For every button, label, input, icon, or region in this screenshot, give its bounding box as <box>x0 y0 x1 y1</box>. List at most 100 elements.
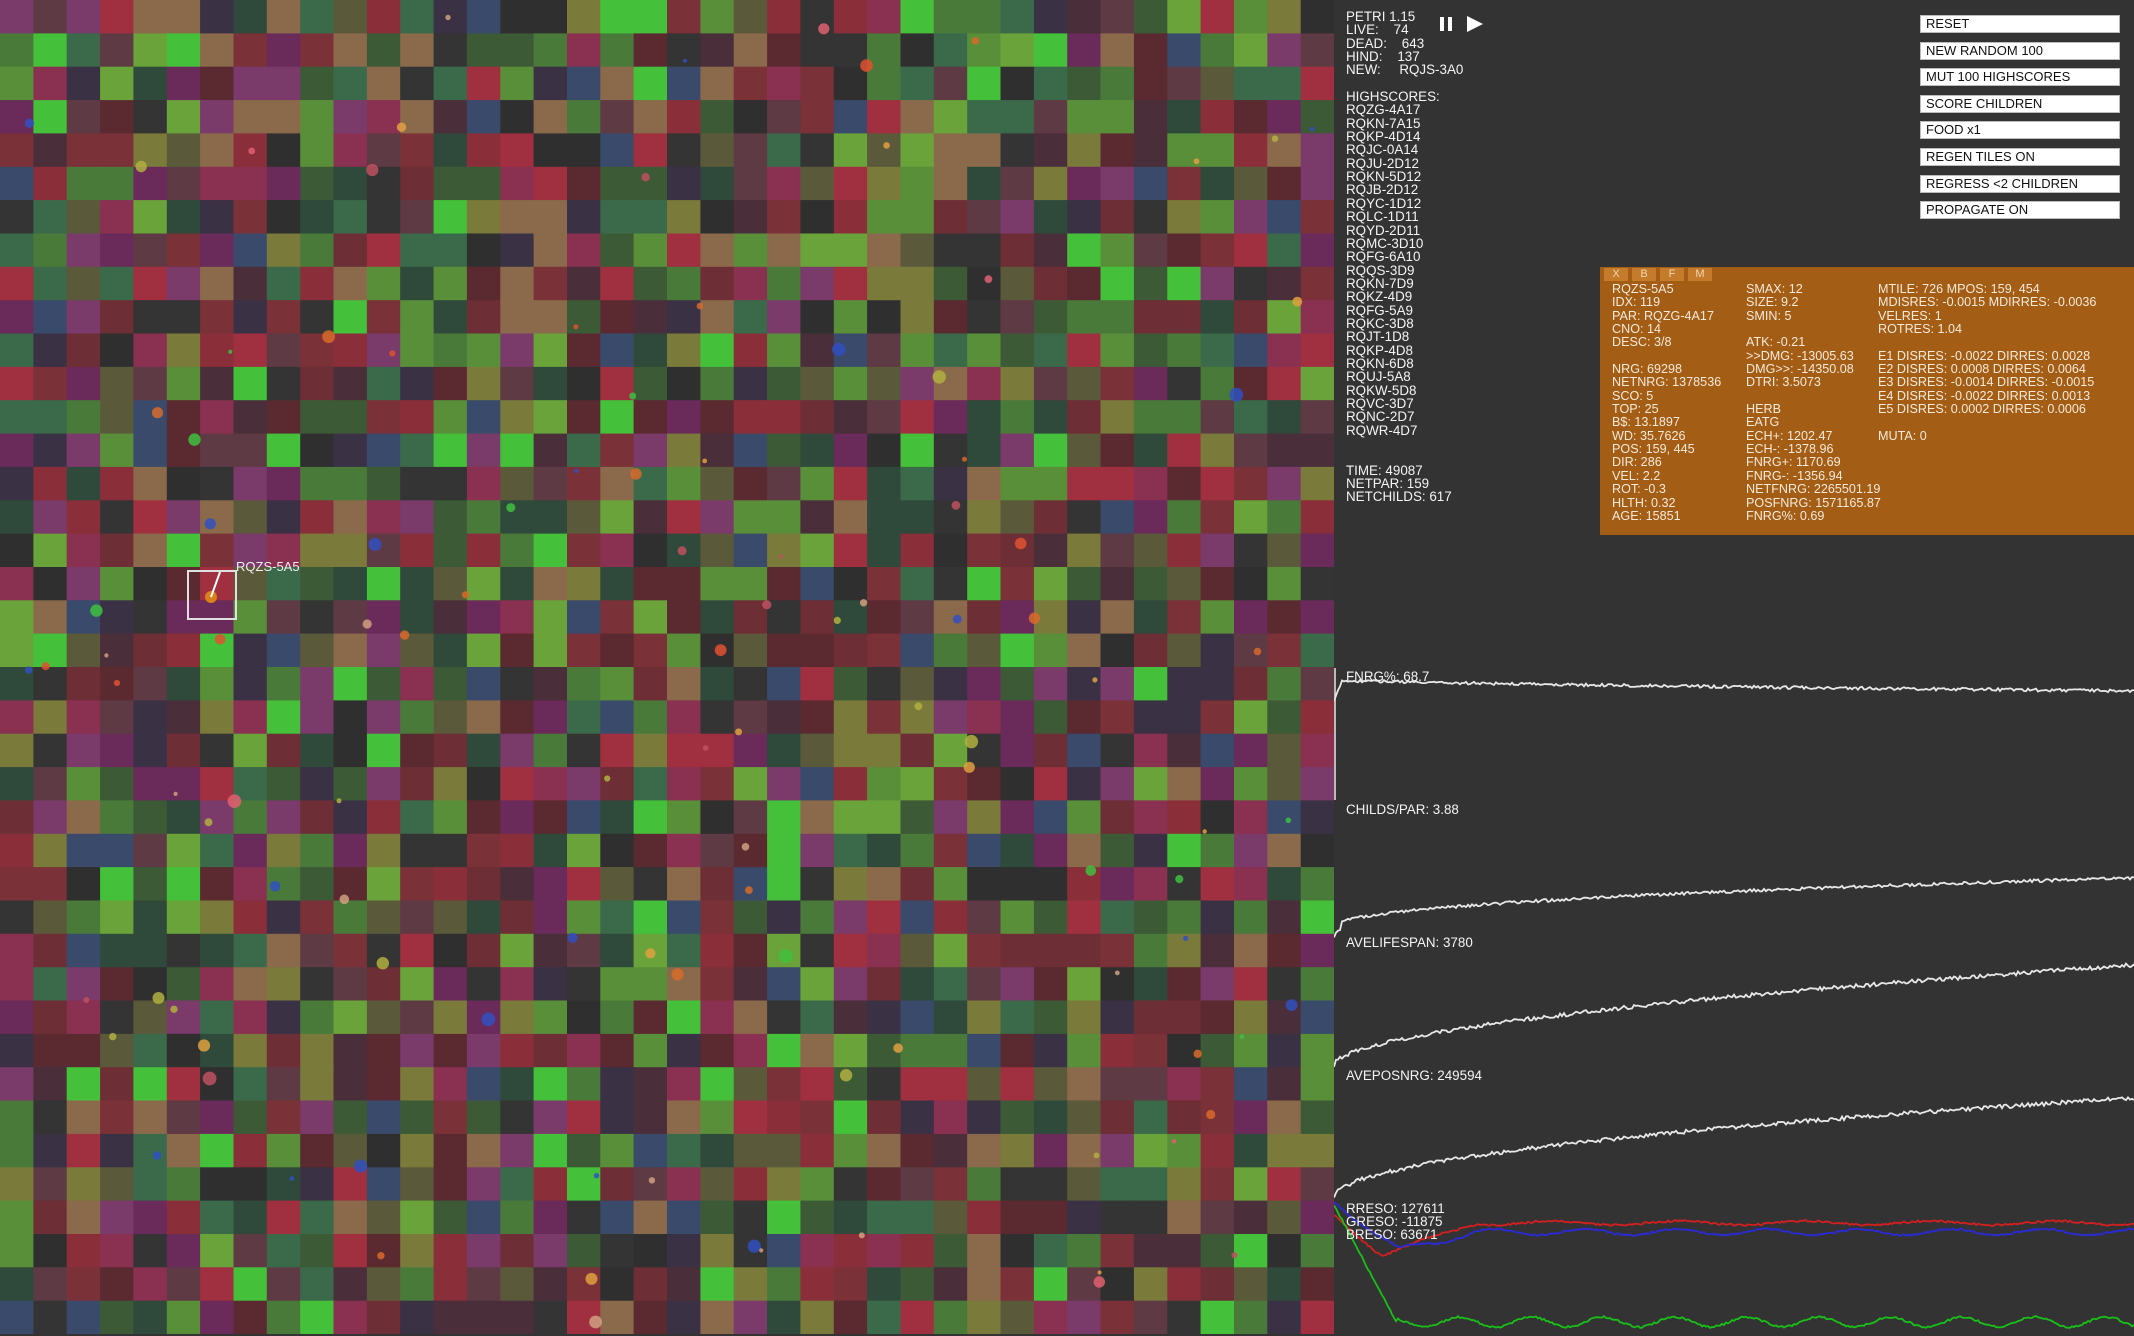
highscore-item[interactable]: RQKN-5D12 <box>1346 170 1463 184</box>
food-button[interactable]: FOOD x1 <box>1920 121 2120 140</box>
highscore-item[interactable]: RQNC-2D7 <box>1346 410 1463 424</box>
highscore-item[interactable]: RQKP-4D14 <box>1346 130 1463 144</box>
world-tile <box>433 767 468 801</box>
world-tile <box>266 600 301 635</box>
world-tile <box>967 200 1002 234</box>
world-tile <box>567 400 601 435</box>
highscore-item[interactable]: RQLC-1D11 <box>1346 210 1463 224</box>
world-tile <box>1300 1200 1334 1235</box>
world-tile <box>1067 233 1102 268</box>
info-tab-f[interactable]: F <box>1660 268 1684 281</box>
highscore-item[interactable]: RQJB-2D12 <box>1346 183 1463 197</box>
highscore-item[interactable]: RQKN-7D9 <box>1346 276 1463 290</box>
world-tile <box>1167 1300 1202 1334</box>
highscore-item[interactable]: RQQS-3D9 <box>1346 263 1463 277</box>
world-tile <box>1033 100 1068 134</box>
selected-cell-box[interactable] <box>187 570 237 620</box>
highscore-item[interactable]: RQWR-4D7 <box>1346 423 1463 437</box>
world-tile <box>1033 533 1068 568</box>
info-tab-m[interactable]: M <box>1688 268 1712 281</box>
mut-highscores-button[interactable]: MUT 100 HIGHSCORES <box>1920 68 2120 87</box>
score-children-button[interactable]: SCORE CHILDREN <box>1920 94 2120 113</box>
regress-button[interactable]: REGRESS <2 CHILDREN <box>1920 174 2120 193</box>
world-tile <box>633 433 668 468</box>
world-tile <box>400 567 435 601</box>
highscore-item[interactable]: RQUJ-5A8 <box>1346 370 1463 384</box>
info-tab-x[interactable]: X <box>1604 268 1628 281</box>
world-tile <box>1000 433 1035 468</box>
highscore-item[interactable]: RQVC-3D7 <box>1346 397 1463 411</box>
world-tile <box>266 1133 301 1168</box>
world-tile <box>1033 233 1068 268</box>
world-tile <box>333 667 368 701</box>
world-tile <box>767 867 801 901</box>
world-tile <box>933 800 968 835</box>
pause-button[interactable] <box>1436 13 1458 35</box>
world-tile <box>66 500 101 535</box>
world-tile <box>400 1100 435 1135</box>
highscore-item[interactable]: RQKN-6D8 <box>1346 357 1463 371</box>
highscore-item[interactable]: RQJU-2D12 <box>1346 156 1463 170</box>
highscore-item[interactable]: RQKN-7A15 <box>1346 116 1463 130</box>
world-tile <box>500 1133 535 1168</box>
world-tile <box>133 300 168 335</box>
info-tab-b[interactable]: B <box>1632 268 1656 281</box>
world-tile <box>867 500 901 535</box>
play-button[interactable] <box>1464 13 1486 35</box>
regen-tiles-button[interactable]: REGEN TILES ON <box>1920 147 2120 166</box>
highscore-item[interactable]: RQJC-0A14 <box>1346 143 1463 157</box>
world-tile <box>33 1300 68 1334</box>
world-tile <box>1300 0 1334 34</box>
highscore-item[interactable]: RQKW-5D8 <box>1346 383 1463 397</box>
world-tile <box>1033 466 1068 501</box>
world-tile <box>1234 1067 1268 1102</box>
world-tile <box>1300 1000 1334 1035</box>
world-tile <box>66 0 101 34</box>
world-tile <box>667 1234 701 1268</box>
world-tile <box>900 400 935 435</box>
tile-grid[interactable] <box>0 0 1334 1334</box>
world-tile <box>1067 1100 1102 1135</box>
world-tile <box>133 1300 168 1334</box>
world-tile <box>400 900 435 935</box>
organism <box>204 518 216 530</box>
world-tile <box>1234 667 1268 701</box>
world-tile <box>166 1300 201 1334</box>
highscore-item[interactable]: RQKZ-4D9 <box>1346 290 1463 304</box>
world-tile <box>100 1234 134 1268</box>
world-tile <box>1100 1000 1135 1035</box>
organism <box>113 679 121 687</box>
highscore-item[interactable]: RQJT-1D8 <box>1346 330 1463 344</box>
world-tile <box>700 33 735 68</box>
world-tile <box>1133 1000 1168 1035</box>
world-tile <box>1234 633 1268 668</box>
world-tile <box>300 166 335 201</box>
world-tile <box>1234 1167 1268 1202</box>
world-tile <box>466 300 501 335</box>
world-tile <box>1000 567 1035 601</box>
world-tile <box>266 633 301 668</box>
world-tile <box>1133 700 1168 735</box>
world-canvas[interactable]: RQZS-5A5 <box>0 0 1334 1334</box>
highscore-item[interactable]: RQKP-4D8 <box>1346 343 1463 357</box>
propagate-button[interactable]: PROPAGATE ON <box>1920 201 2120 220</box>
world-tile <box>300 1234 335 1268</box>
world-tile <box>933 1033 968 1068</box>
world-tile <box>100 1100 134 1135</box>
world-tile <box>533 533 568 568</box>
world-tile <box>200 1267 234 1302</box>
highscore-item[interactable]: RQFG-6A10 <box>1346 250 1463 264</box>
highscore-item[interactable]: RQMC-3D10 <box>1346 236 1463 250</box>
world-tile <box>1100 1300 1135 1334</box>
world-tile <box>767 767 801 801</box>
highscore-item[interactable]: RQFG-5A9 <box>1346 303 1463 317</box>
highscore-item[interactable]: RQYD-2D11 <box>1346 223 1463 237</box>
new-random-button[interactable]: NEW RANDOM 100 <box>1920 41 2120 60</box>
world-tile <box>333 166 368 201</box>
world-tile <box>833 1167 868 1202</box>
highscore-item[interactable]: RQKC-3D8 <box>1346 317 1463 331</box>
highscore-item[interactable]: RQZG-4A17 <box>1346 103 1463 117</box>
world-tile <box>600 400 635 435</box>
reset-button[interactable]: RESET <box>1920 15 2120 33</box>
highscore-item[interactable]: RQYC-1D12 <box>1346 196 1463 210</box>
